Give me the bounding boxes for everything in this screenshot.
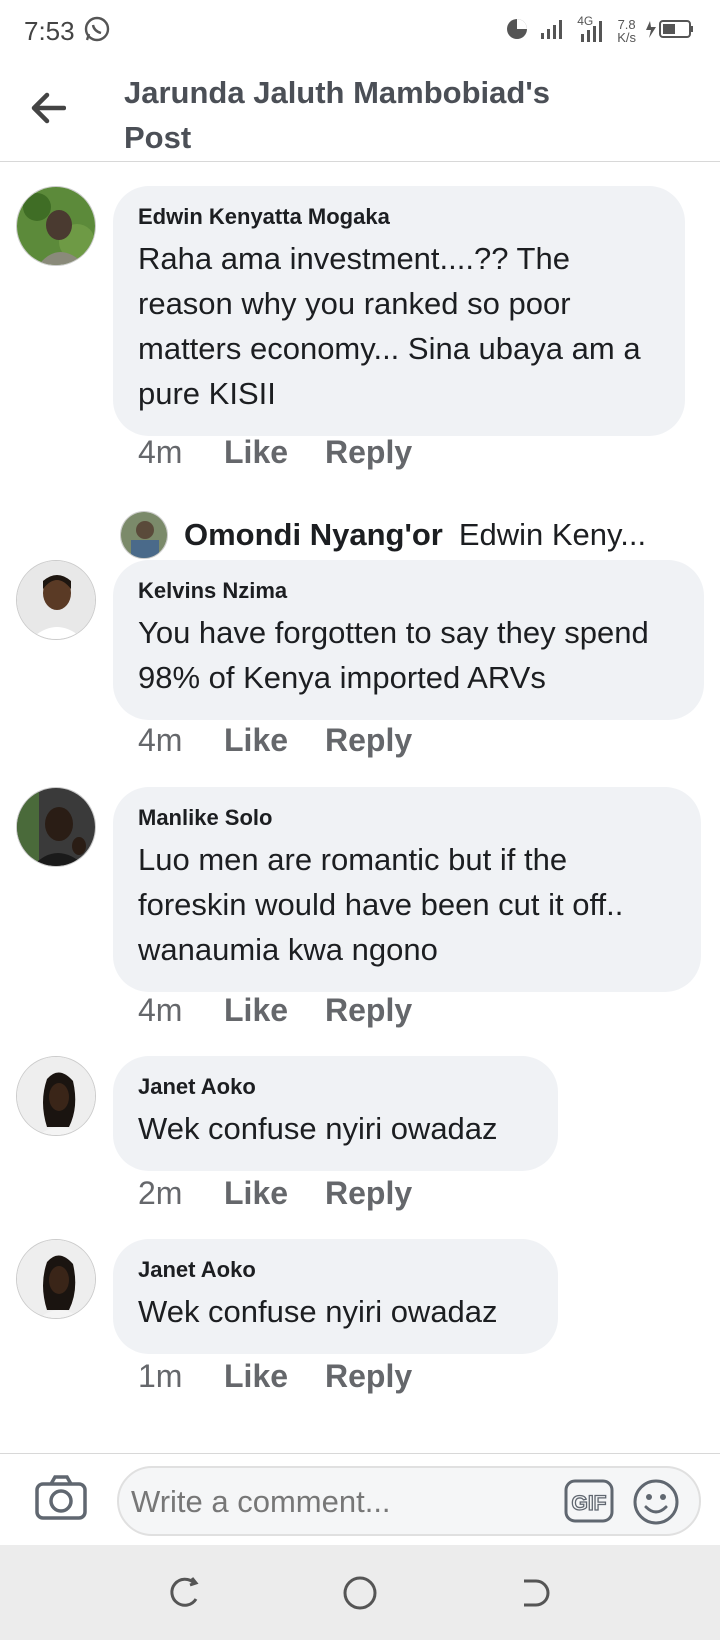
gif-icon: GIF <box>564 1479 614 1523</box>
avatar[interactable] <box>16 560 96 640</box>
comments-feed[interactable]: Edwin Kenyatta Mogaka Raha ama investmen… <box>0 163 720 1453</box>
recent-apps-icon <box>170 1577 199 1607</box>
comment-time[interactable]: 2m <box>138 1175 224 1212</box>
like-button[interactable]: Like <box>224 434 325 471</box>
gif-button[interactable]: GIF <box>564 1478 614 1524</box>
comment-actions: 4m Like Reply <box>138 992 412 1029</box>
arrow-left-icon <box>31 92 66 124</box>
comment-author[interactable]: Janet Aoko <box>138 1257 532 1283</box>
battery-charging-icon <box>646 17 694 46</box>
status-time: 7:53 <box>24 15 75 46</box>
home-circle-icon <box>343 1576 377 1610</box>
comment-time[interactable]: 4m <box>138 722 224 759</box>
post-header: Jarunda Jaluth Mambobiad's Post <box>0 62 720 162</box>
comment-bubble[interactable]: Edwin Kenyatta Mogaka Raha ama investmen… <box>113 186 685 436</box>
comment-author[interactable]: Manlike Solo <box>138 805 675 831</box>
like-button[interactable]: Like <box>224 1358 325 1395</box>
reply-preview[interactable]: Omondi Nyang'or Edwin Keny... <box>120 511 646 559</box>
page-title: Jarunda Jaluth Mambobiad's Post <box>124 75 550 155</box>
comment-time[interactable]: 1m <box>138 1358 224 1395</box>
comment-time[interactable]: 4m <box>138 434 224 471</box>
status-bar: 7:53 4G 7.8 K/s <box>0 0 720 62</box>
comment-actions: 1m Like Reply <box>138 1358 412 1395</box>
gif-label: GIF <box>572 1492 607 1515</box>
network-type: 4G <box>577 14 594 28</box>
comment-author[interactable]: Edwin Kenyatta Mogaka <box>138 204 659 230</box>
whatsapp-icon <box>83 15 111 48</box>
reply-snippet: Edwin Keny... <box>458 517 647 552</box>
back-button[interactable] <box>26 86 70 130</box>
network-speed: 7.8 K/s <box>617 18 636 44</box>
reply-button[interactable]: Reply <box>325 1358 412 1395</box>
comment-text: Luo men are romantic but if the foreskin… <box>138 842 624 967</box>
comment-bubble[interactable]: Kelvins Nzima You have forgotten to say … <box>113 560 704 720</box>
comment-text: Raha ama investment....?? The reason why… <box>138 241 641 411</box>
comment-text: Wek confuse nyiri owadaz <box>138 1111 498 1146</box>
data-saver-icon <box>505 17 529 46</box>
comment-text: You have forgotten to say they spend 98%… <box>138 615 649 695</box>
avatar[interactable] <box>16 787 96 867</box>
like-button[interactable]: Like <box>224 722 325 759</box>
comment-text: Wek confuse nyiri owadaz <box>138 1294 498 1329</box>
reply-button[interactable]: Reply <box>325 992 412 1029</box>
nav-back-icon <box>524 1579 550 1607</box>
like-button[interactable]: Like <box>224 1175 325 1212</box>
reply-button[interactable]: Reply <box>325 722 412 759</box>
system-nav-bar <box>0 1545 720 1640</box>
signal-icon <box>539 17 567 46</box>
comment-actions: 2m Like Reply <box>138 1175 412 1212</box>
emoji-button[interactable] <box>632 1478 680 1526</box>
comment-bubble[interactable]: Janet Aoko Wek confuse nyiri owadaz <box>113 1239 558 1354</box>
comment-input[interactable] <box>131 1480 531 1524</box>
speed-unit: K/s <box>617 30 636 45</box>
comment-composer: GIF <box>0 1453 720 1545</box>
avatar[interactable] <box>16 1056 96 1136</box>
camera-button[interactable] <box>34 1474 88 1522</box>
back-nav-button[interactable] <box>516 1573 556 1613</box>
network-4g-signal-icon: 4G <box>577 14 607 44</box>
recent-apps-button[interactable] <box>164 1573 204 1613</box>
reply-button[interactable]: Reply <box>325 434 412 471</box>
status-right: 4G 7.8 K/s <box>505 14 694 46</box>
camera-icon <box>35 1475 87 1520</box>
like-button[interactable]: Like <box>224 992 325 1029</box>
reply-author[interactable]: Omondi Nyang'or <box>184 517 443 553</box>
comment-bubble[interactable]: Manlike Solo Luo men are romantic but if… <box>113 787 701 992</box>
comment-author[interactable]: Janet Aoko <box>138 1074 532 1100</box>
avatar[interactable] <box>16 1239 96 1319</box>
comment-actions: 4m Like Reply <box>138 722 412 759</box>
avatar[interactable] <box>16 186 96 266</box>
comment-author[interactable]: Kelvins Nzima <box>138 578 678 604</box>
smiley-icon <box>633 1479 679 1525</box>
comment-actions: 4m Like Reply <box>138 434 412 471</box>
home-button[interactable] <box>340 1573 380 1613</box>
comment-bubble[interactable]: Janet Aoko Wek confuse nyiri owadaz <box>113 1056 558 1171</box>
reply-avatar[interactable] <box>120 511 168 559</box>
reply-button[interactable]: Reply <box>325 1175 412 1212</box>
comment-input-box[interactable]: GIF <box>117 1466 701 1536</box>
comment-time[interactable]: 4m <box>138 992 224 1029</box>
status-left: 7:53 <box>24 15 111 48</box>
